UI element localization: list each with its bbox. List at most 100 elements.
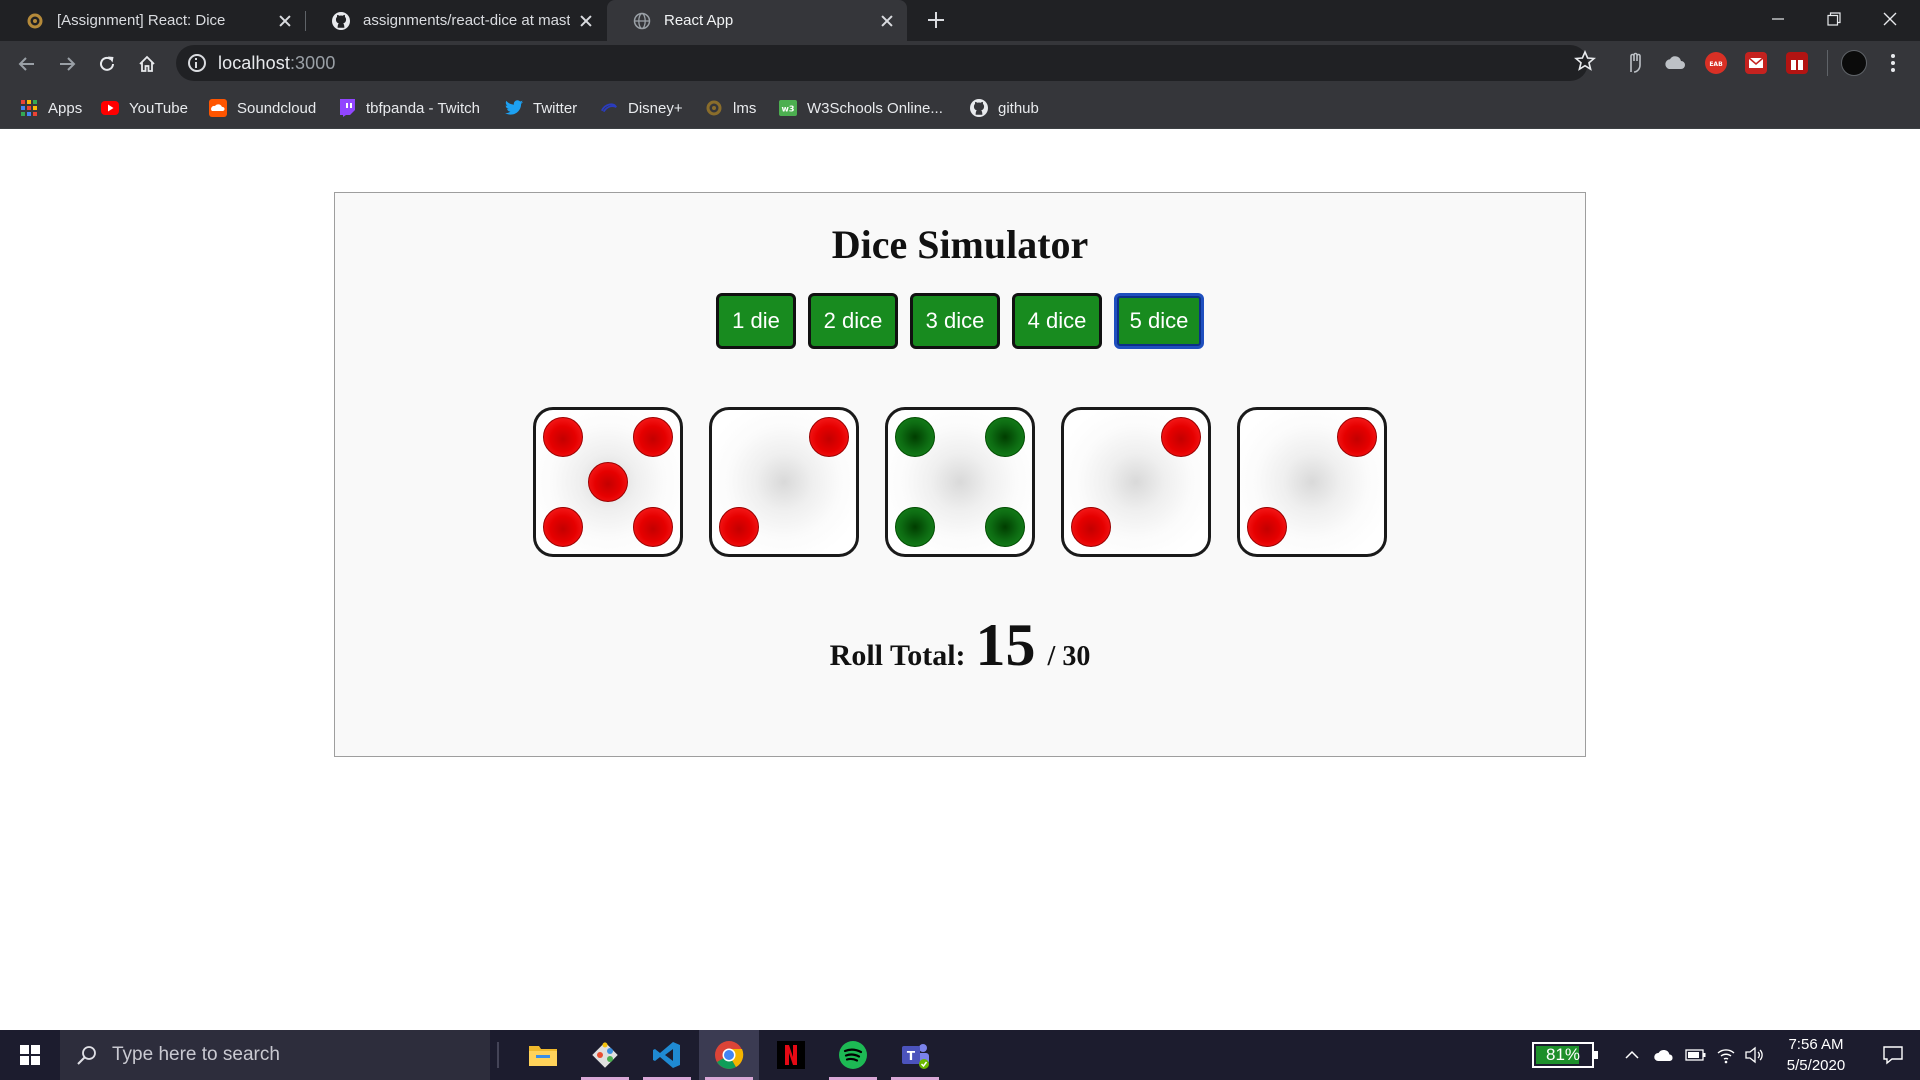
windows-start-icon[interactable]	[0, 1030, 60, 1080]
two-dice-button[interactable]: 2 dice	[808, 293, 898, 349]
battery-tray-icon[interactable]	[1684, 1043, 1708, 1067]
bookmark-twitch[interactable]: tbfpanda - Twitch	[338, 87, 480, 129]
die-pip	[1337, 417, 1377, 457]
new-tab-icon[interactable]	[924, 8, 948, 32]
tab-close-icon[interactable]	[879, 13, 895, 29]
tab-react-app[interactable]: React App	[607, 0, 907, 41]
youtube-icon	[101, 99, 119, 117]
url-text: localhost:3000	[218, 53, 336, 73]
page-viewport: Dice Simulator 1 die 2 dice 3 dice 4 dic…	[0, 129, 1920, 1030]
tab-github[interactable]: assignments/react-dice at master	[306, 0, 606, 41]
profile-avatar[interactable]	[1841, 50, 1867, 76]
battery-indicator[interactable]: 81%	[1532, 1042, 1598, 1068]
bookmark-label: Disney+	[628, 99, 683, 117]
menu-dots-icon[interactable]	[1882, 52, 1904, 74]
reload-icon[interactable]	[92, 49, 122, 79]
extension-hand-icon[interactable]	[1624, 52, 1646, 74]
bookmarks-bar: Apps YouTube Soundcloud tbfpanda - Twitc…	[0, 87, 1920, 129]
die-pip	[895, 507, 935, 547]
bookmark-star-icon[interactable]	[1574, 49, 1596, 72]
die-pip	[1161, 417, 1201, 457]
bookmark-disney[interactable]: Disney+	[600, 87, 683, 129]
vscode-icon[interactable]	[637, 1030, 697, 1080]
notifications-icon[interactable]	[1866, 1030, 1920, 1080]
bookmark-label: tbfpanda - Twitch	[366, 99, 480, 117]
bookmark-apps[interactable]: Apps	[20, 87, 82, 129]
forward-arrow-icon[interactable]	[52, 49, 82, 79]
taskbar-clock[interactable]: 7:56 AM 5/5/2020	[1766, 1034, 1866, 1076]
disney-icon	[600, 99, 618, 117]
chevron-up-icon[interactable]	[1620, 1043, 1644, 1067]
four-dice-button[interactable]: 4 dice	[1012, 293, 1102, 349]
die	[533, 407, 683, 557]
die-pip	[1071, 507, 1111, 547]
close-window-icon[interactable]	[1862, 0, 1918, 38]
die-pip	[1247, 507, 1287, 547]
die-pip	[543, 417, 583, 457]
onedrive-cloud-icon[interactable]	[1652, 1043, 1676, 1067]
bookmark-label: Soundcloud	[237, 99, 317, 117]
file-explorer-icon[interactable]	[513, 1030, 573, 1080]
bookmark-github[interactable]: github	[970, 87, 1039, 129]
clock-time: 7:56 AM	[1788, 1036, 1844, 1053]
github-icon	[970, 99, 988, 117]
minimize-icon[interactable]	[1750, 0, 1806, 38]
extension-cloud-icon[interactable]	[1663, 52, 1685, 74]
home-icon[interactable]	[132, 49, 162, 79]
roll-total: Roll Total: 15 / 30	[335, 611, 1585, 680]
dice-row	[335, 407, 1585, 557]
svg-text:T: T	[907, 1049, 916, 1063]
volume-icon[interactable]	[1742, 1043, 1766, 1067]
address-bar[interactable]: localhost:3000	[176, 45, 1588, 81]
extension-gift-icon[interactable]	[1786, 52, 1808, 74]
spotify-icon[interactable]	[823, 1030, 883, 1080]
w3schools-icon: w3	[779, 99, 797, 117]
browser-tab-strip: [Assignment] React: Dice assignments/rea…	[0, 0, 1920, 41]
git-icon[interactable]	[575, 1030, 635, 1080]
restore-icon[interactable]	[1806, 0, 1862, 38]
site-info-icon[interactable]	[188, 54, 206, 72]
chrome-icon[interactable]	[699, 1030, 759, 1080]
bookmark-youtube[interactable]: YouTube	[101, 87, 188, 129]
tab-title: [Assignment] React: Dice	[57, 12, 226, 29]
bookmark-label: Twitter	[533, 99, 578, 117]
teams-icon[interactable]: T	[885, 1030, 945, 1080]
taskbar-search-input[interactable]: Type here to search	[60, 1030, 490, 1080]
one-die-button[interactable]: 1 die	[716, 293, 796, 349]
bookmark-lms[interactable]: lms	[705, 87, 756, 129]
roll-total-label: Roll Total:	[829, 639, 966, 672]
die-pip	[895, 417, 935, 457]
tab-close-icon[interactable]	[578, 13, 594, 29]
tab-title: React App	[664, 12, 734, 29]
die-pip	[543, 507, 583, 547]
tab-title: assignments/react-dice at master	[363, 12, 570, 29]
bookmark-label: github	[998, 99, 1039, 117]
bookmark-soundcloud[interactable]: Soundcloud	[209, 87, 316, 129]
dice-count-buttons: 1 die 2 dice 3 dice 4 dice 5 dice	[335, 293, 1585, 349]
tab-assignment[interactable]: [Assignment] React: Dice	[0, 0, 305, 41]
search-icon	[76, 1044, 98, 1066]
die-pip	[633, 507, 673, 547]
bookmark-twitter[interactable]: Twitter	[505, 87, 577, 129]
roll-total-value: 15	[975, 612, 1036, 678]
bookmark-label: W3Schools Online...	[807, 99, 943, 117]
tab-close-icon[interactable]	[277, 13, 293, 29]
extension-mail-icon[interactable]	[1745, 52, 1767, 74]
apps-grid-icon	[20, 99, 38, 117]
battery-nub	[1594, 1051, 1598, 1059]
bookmark-w3schools[interactable]: w3 W3Schools Online...	[779, 87, 943, 129]
extension-eab-icon[interactable]: EAB	[1705, 52, 1727, 74]
die	[709, 407, 859, 557]
wifi-icon[interactable]	[1714, 1043, 1738, 1067]
taskbar-divider	[497, 1042, 499, 1068]
die-pip	[985, 507, 1025, 547]
netflix-icon[interactable]	[761, 1030, 821, 1080]
five-dice-button[interactable]: 5 dice	[1114, 293, 1204, 349]
dice-simulator-card: Dice Simulator 1 die 2 dice 3 dice 4 dic…	[334, 192, 1586, 757]
svg-text:w3: w3	[782, 105, 795, 114]
die-pip	[588, 462, 628, 502]
die	[1061, 407, 1211, 557]
three-dice-button[interactable]: 3 dice	[910, 293, 1000, 349]
globe-tab-icon	[633, 12, 651, 30]
back-arrow-icon[interactable]	[12, 49, 42, 79]
